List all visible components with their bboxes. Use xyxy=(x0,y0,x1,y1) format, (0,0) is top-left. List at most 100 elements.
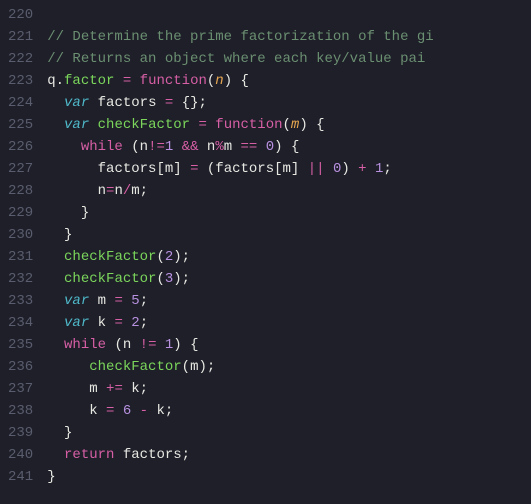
token: 0 xyxy=(266,139,274,155)
token: ) xyxy=(173,249,181,265)
code-line[interactable]: while (n != 1) { xyxy=(47,334,531,356)
token xyxy=(232,139,240,155)
token xyxy=(89,315,97,331)
line-number: 221 xyxy=(8,26,33,48)
token: [ xyxy=(156,161,164,177)
token: n xyxy=(114,183,122,199)
token xyxy=(283,139,291,155)
code-line[interactable]: var checkFactor = function(m) { xyxy=(47,114,531,136)
code-line[interactable]: q.factor = function(n) { xyxy=(47,70,531,92)
token: ; xyxy=(199,95,207,111)
token: || xyxy=(308,161,325,177)
token: && xyxy=(182,139,199,155)
line-number: 228 xyxy=(8,180,33,202)
token xyxy=(47,293,64,309)
token: % xyxy=(215,139,223,155)
line-number: 229 xyxy=(8,202,33,224)
token: m xyxy=(224,139,232,155)
token: checkFactor xyxy=(64,271,156,287)
code-line[interactable]: k = 6 - k; xyxy=(47,400,531,422)
token: ) xyxy=(173,337,181,353)
line-number: 223 xyxy=(8,70,33,92)
token xyxy=(47,337,64,353)
token: += xyxy=(106,381,123,397)
token xyxy=(198,161,206,177)
token: = xyxy=(123,73,131,89)
line-number: 237 xyxy=(8,378,33,400)
token: ) xyxy=(274,139,282,155)
token xyxy=(123,139,131,155)
token xyxy=(47,227,64,243)
token: n xyxy=(98,183,106,199)
token: } xyxy=(64,425,72,441)
code-line[interactable]: while (n!=1 && n%m == 0) { xyxy=(47,136,531,158)
token: . xyxy=(56,73,64,89)
token: // Returns an object where each key/valu… xyxy=(47,51,425,67)
token xyxy=(47,117,64,133)
code-line[interactable]: } xyxy=(47,224,531,246)
token: var xyxy=(64,117,89,133)
line-number: 226 xyxy=(8,136,33,158)
token: ) xyxy=(341,161,349,177)
code-line[interactable]: } xyxy=(47,202,531,224)
token xyxy=(156,337,164,353)
token: ; xyxy=(182,249,190,265)
token: ) xyxy=(173,271,181,287)
token: { xyxy=(316,117,324,133)
token: ; xyxy=(140,293,148,309)
token: } xyxy=(81,205,89,221)
line-number: 220 xyxy=(8,4,33,26)
token: q xyxy=(47,73,55,89)
token xyxy=(182,337,190,353)
code-area[interactable]: // Determine the prime factorization of … xyxy=(47,0,531,504)
code-line[interactable]: var m = 5; xyxy=(47,290,531,312)
token: factors xyxy=(98,95,157,111)
token xyxy=(325,161,333,177)
line-number: 225 xyxy=(8,114,33,136)
token: k xyxy=(131,381,139,397)
token: m xyxy=(131,183,139,199)
code-line[interactable]: // Returns an object where each key/valu… xyxy=(47,48,531,70)
code-line[interactable]: } xyxy=(47,466,531,488)
code-line[interactable]: return factors; xyxy=(47,444,531,466)
token xyxy=(114,447,122,463)
token xyxy=(131,337,139,353)
token xyxy=(47,359,89,375)
token xyxy=(131,403,139,419)
token: ( xyxy=(156,249,164,265)
token: m xyxy=(283,161,291,177)
token: { xyxy=(241,73,249,89)
token: 2 xyxy=(131,315,139,331)
code-line[interactable]: factors[m] = (factors[m] || 0) + 1; xyxy=(47,158,531,180)
token: { xyxy=(291,139,299,155)
token: ) xyxy=(299,117,307,133)
token xyxy=(350,161,358,177)
code-line[interactable]: var factors = {}; xyxy=(47,92,531,114)
token: ; xyxy=(140,381,148,397)
code-editor[interactable]: 2202212222232242252262272282292302312322… xyxy=(0,0,531,504)
code-line[interactable]: checkFactor(2); xyxy=(47,246,531,268)
code-line[interactable]: // Determine the prime factorization of … xyxy=(47,26,531,48)
code-line[interactable]: checkFactor(3); xyxy=(47,268,531,290)
code-line[interactable]: } xyxy=(47,422,531,444)
code-line[interactable] xyxy=(47,4,531,26)
token xyxy=(114,73,122,89)
token: m xyxy=(98,293,106,309)
token: ] xyxy=(173,161,181,177)
token: checkFactor xyxy=(64,249,156,265)
token: {} xyxy=(182,95,199,111)
token: ; xyxy=(165,403,173,419)
token: factors xyxy=(123,447,182,463)
token: = xyxy=(114,293,122,309)
code-line[interactable]: checkFactor(m); xyxy=(47,356,531,378)
code-line[interactable]: m += k; xyxy=(47,378,531,400)
token: factors xyxy=(215,161,274,177)
token: != xyxy=(140,337,157,353)
token: ; xyxy=(383,161,391,177)
code-line[interactable]: n=n/m; xyxy=(47,180,531,202)
token xyxy=(47,425,64,441)
token xyxy=(257,139,265,155)
token xyxy=(232,73,240,89)
code-line[interactable]: var k = 2; xyxy=(47,312,531,334)
token: var xyxy=(64,293,89,309)
